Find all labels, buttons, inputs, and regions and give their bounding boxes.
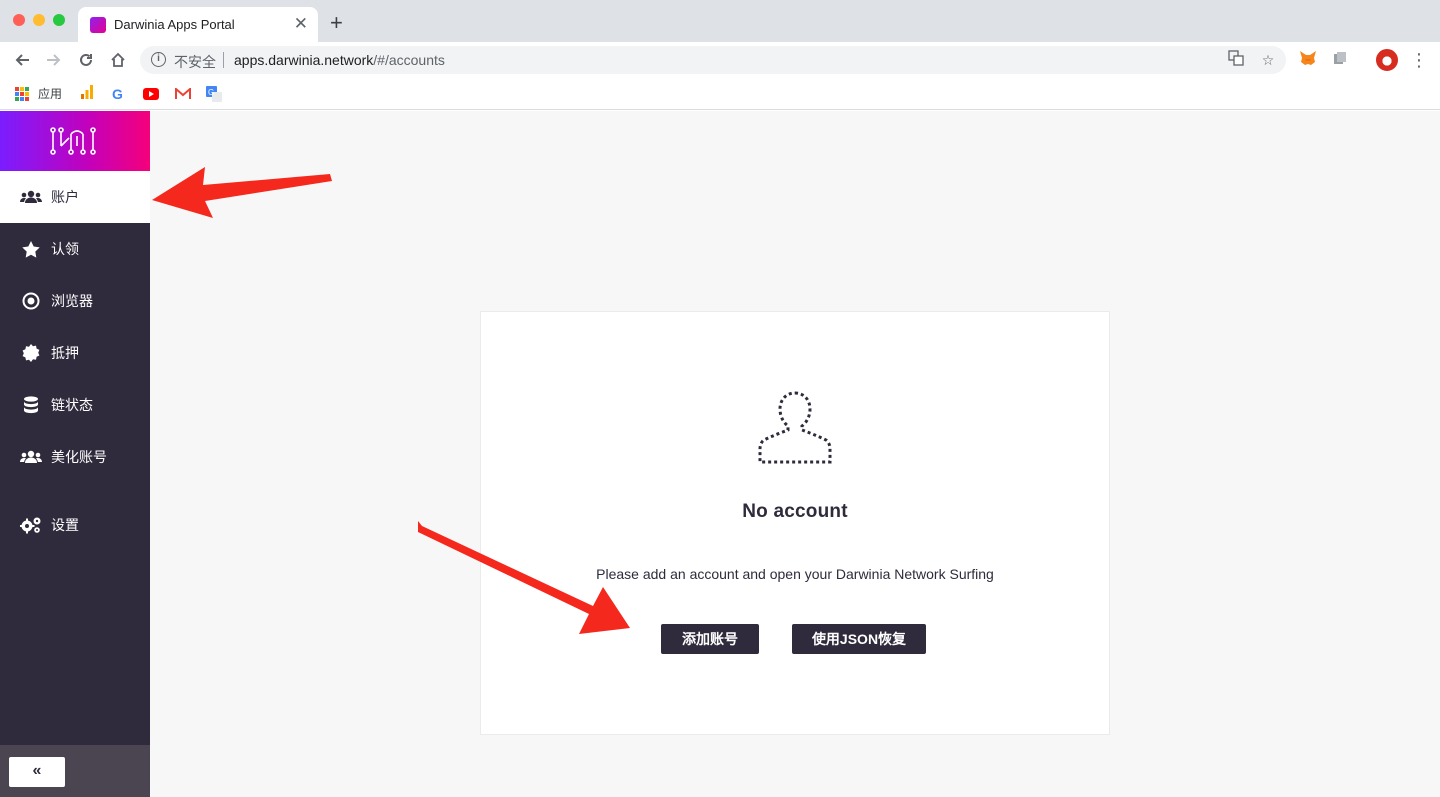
user-outline-icon xyxy=(758,391,832,464)
empty-state-card: No account Please add an account and ope… xyxy=(480,311,1110,735)
sidebar-item-claim[interactable]: 认领 xyxy=(0,223,150,275)
address-bar[interactable]: i 不安全 apps.darwinia.network/#/accounts ☆ xyxy=(140,46,1286,74)
users-icon xyxy=(20,187,42,207)
gears-icon xyxy=(20,515,42,535)
url-path: /#/accounts xyxy=(373,52,445,68)
sidebar-item-label: 账户 xyxy=(51,189,79,205)
badge-icon xyxy=(20,343,42,363)
forward-arrow-icon[interactable] xyxy=(42,48,66,72)
window-minimize-button[interactable] xyxy=(33,14,45,26)
sidebar-item-label: 认领 xyxy=(51,241,79,257)
sidebar-item-label: 浏览器 xyxy=(51,293,93,309)
translate-icon[interactable]: G xyxy=(206,84,222,104)
sidebar-item-chain-state[interactable]: 链状态 xyxy=(0,379,150,431)
sidebar: 账户 认领 浏览器 抵押 链状态 美化账号 设置 « xyxy=(0,111,150,797)
tab-close-icon[interactable]: ✕ xyxy=(294,14,308,34)
bookmark-apps[interactable]: 应用 xyxy=(38,84,62,104)
sidebar-footer: « xyxy=(0,745,150,797)
sidebar-item-settings[interactable]: 设置 xyxy=(0,499,150,551)
url-text[interactable]: apps.darwinia.network/#/accounts xyxy=(234,52,445,68)
database-icon xyxy=(20,395,42,415)
sidebar-item-accounts[interactable]: 账户 xyxy=(0,171,150,223)
browser-menu-icon[interactable]: ⋮ xyxy=(1410,48,1428,72)
sidebar-item-vanity-address[interactable]: 美化账号 xyxy=(0,431,150,483)
security-label[interactable]: 不安全 xyxy=(174,52,216,72)
url-host: apps.darwinia.network xyxy=(234,52,374,68)
home-icon[interactable] xyxy=(106,48,130,72)
metamask-extension-icon[interactable] xyxy=(1298,50,1318,70)
bookmark-star-icon[interactable]: ☆ xyxy=(1258,50,1278,70)
star-icon xyxy=(20,239,42,259)
target-icon xyxy=(20,291,42,311)
translate-page-icon[interactable] xyxy=(1226,50,1246,70)
darwinia-favicon-icon xyxy=(90,17,106,33)
window-close-button[interactable] xyxy=(13,14,25,26)
browser-toolbar: i 不安全 apps.darwinia.network/#/accounts ☆… xyxy=(0,42,1440,78)
users-icon xyxy=(20,447,42,467)
sidebar-item-label: 链状态 xyxy=(51,397,93,413)
window-zoom-button[interactable] xyxy=(53,14,65,26)
new-tab-button[interactable]: + xyxy=(330,11,343,35)
main-content: No account Please add an account and ope… xyxy=(150,111,1440,797)
analytics-icon[interactable] xyxy=(80,84,94,104)
empty-state-title: No account xyxy=(742,501,848,522)
darwinia-logo[interactable] xyxy=(0,111,150,171)
sidebar-item-explorer[interactable]: 浏览器 xyxy=(0,275,150,327)
google-icon[interactable]: G xyxy=(112,84,123,104)
sidebar-item-label: 抵押 xyxy=(51,345,79,361)
add-account-button[interactable]: 添加账号 xyxy=(661,624,759,654)
reload-icon[interactable] xyxy=(74,48,98,72)
youtube-icon[interactable] xyxy=(143,84,159,104)
address-divider xyxy=(223,52,224,68)
sidebar-item-label: 美化账号 xyxy=(51,449,107,465)
svg-text:G: G xyxy=(208,88,214,97)
restore-json-button[interactable]: 使用JSON恢复 xyxy=(792,624,926,654)
empty-state-description: Please add an account and open your Darw… xyxy=(596,566,994,582)
sidebar-item-label: 设置 xyxy=(51,517,79,533)
apps-grid-icon[interactable] xyxy=(15,87,29,101)
browser-tab[interactable]: Darwinia Apps Portal ✕ xyxy=(78,7,318,42)
collapse-sidebar-button[interactable]: « xyxy=(9,757,65,787)
bookmarks-bar: 应用 G G xyxy=(0,78,1440,110)
tab-title: Darwinia Apps Portal xyxy=(114,17,235,32)
sidebar-item-staking[interactable]: 抵押 xyxy=(0,327,150,379)
extension-icon[interactable] xyxy=(1330,50,1350,70)
back-arrow-icon[interactable] xyxy=(10,48,34,72)
gmail-icon[interactable] xyxy=(175,84,191,104)
browser-tab-bar: Darwinia Apps Portal ✕ + xyxy=(0,0,1440,42)
info-icon[interactable]: i xyxy=(151,52,166,67)
profile-avatar[interactable] xyxy=(1376,49,1398,71)
